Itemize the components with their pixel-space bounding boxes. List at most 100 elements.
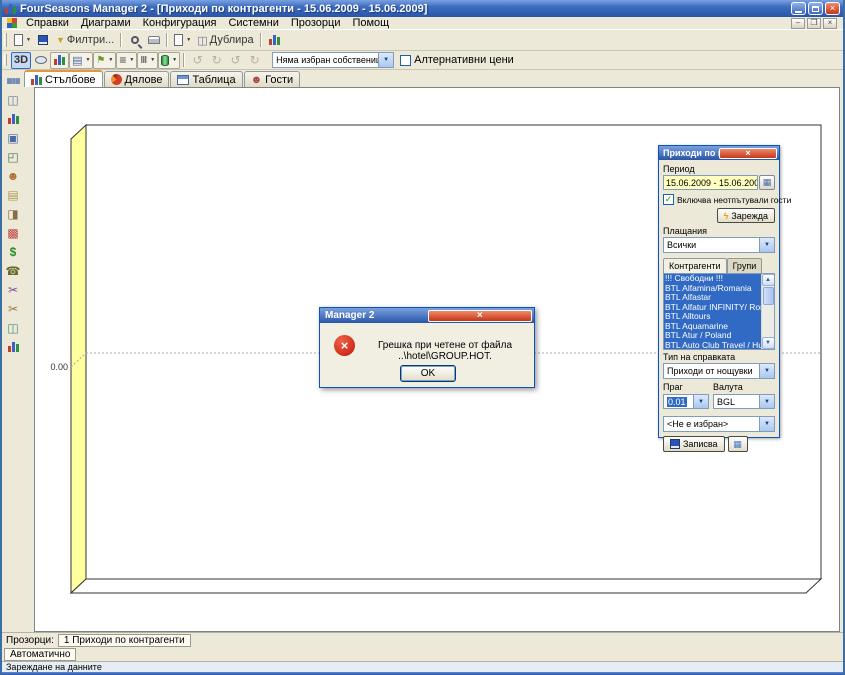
close-button[interactable]: × bbox=[825, 2, 840, 15]
list-item[interactable]: BTL Alfastar bbox=[664, 293, 761, 303]
grid-options-button[interactable]: ▦ bbox=[728, 436, 748, 452]
copy-button[interactable]: ▼ bbox=[171, 32, 194, 49]
chevron-down-icon[interactable]: ▼ bbox=[186, 37, 191, 43]
menu-diagrams[interactable]: Диаграми bbox=[75, 17, 137, 29]
chevron-down-icon[interactable]: ▼ bbox=[693, 395, 708, 408]
filters-button[interactable]: ▼Филтри... bbox=[53, 32, 117, 49]
phone-icon[interactable]: ☎ bbox=[4, 263, 22, 279]
list-item[interactable]: !!! Свободни !!! bbox=[664, 274, 761, 284]
rotate-ccw-button[interactable]: ↺ bbox=[188, 52, 207, 69]
legend-button[interactable]: ▤▼ bbox=[69, 52, 93, 69]
include-guests-option[interactable]: ✓ Включва неотпътували гости bbox=[663, 194, 775, 205]
list-item[interactable]: BTL Atur / Poland bbox=[664, 331, 761, 341]
alt-prices-option[interactable]: Алтернативни цени bbox=[400, 54, 514, 66]
payments-combobox[interactable]: Всички ▼ bbox=[663, 237, 775, 253]
cut-check-icon[interactable]: ✂ bbox=[4, 282, 22, 298]
tab-contractors[interactable]: Контрагенти bbox=[663, 258, 727, 273]
rooms-grid-icon[interactable]: ▩ bbox=[4, 225, 22, 241]
print-button[interactable] bbox=[144, 32, 163, 49]
rotate-axis-right-button[interactable]: ↻ bbox=[245, 52, 264, 69]
load-button[interactable]: ϟ Зарежда bbox=[717, 208, 775, 223]
tab-guests[interactable]: ☻ Гости bbox=[244, 71, 301, 87]
toolbar-grip[interactable] bbox=[4, 54, 7, 67]
period-field[interactable]: 15.06.2009 - 15.06.2009 bbox=[663, 175, 758, 190]
window-icon[interactable]: ▣ bbox=[4, 130, 22, 146]
restore-button[interactable] bbox=[808, 2, 823, 15]
list-scrollbar[interactable]: ▲ ▼ bbox=[761, 274, 774, 349]
horizontal-grid-button[interactable]: ≡▼ bbox=[116, 52, 137, 69]
threshold-combobox[interactable]: 0.01 ▼ bbox=[663, 394, 709, 409]
tab-groups[interactable]: Групи bbox=[727, 258, 763, 273]
chevron-down-icon[interactable]: ▼ bbox=[129, 57, 134, 63]
chevron-down-icon[interactable]: ▼ bbox=[378, 53, 393, 67]
minimize-button[interactable] bbox=[791, 2, 806, 15]
menu-system[interactable]: Системни bbox=[222, 17, 284, 29]
report-type-combobox[interactable]: Приходи от нощувки ▼ bbox=[663, 363, 775, 379]
template-combobox[interactable]: <Не е избран> ▼ bbox=[663, 416, 775, 432]
finance-icon[interactable]: $ bbox=[4, 244, 22, 260]
list-item[interactable]: BTL Alfamina/Romania bbox=[664, 284, 761, 294]
card-file-icon[interactable]: ◫ bbox=[4, 320, 22, 336]
chevron-down-icon[interactable]: ▼ bbox=[172, 57, 177, 63]
chevron-down-icon[interactable]: ▼ bbox=[85, 57, 90, 63]
menu-configuration[interactable]: Конфигурация bbox=[137, 17, 223, 29]
menu-windows[interactable]: Прозорци bbox=[285, 17, 347, 29]
ok-button[interactable]: OK bbox=[400, 365, 456, 382]
chevron-down-icon[interactable]: ▼ bbox=[150, 57, 155, 63]
chart-report-icon[interactable] bbox=[4, 111, 22, 127]
alt-prices-checkbox[interactable] bbox=[400, 55, 411, 66]
ledger-icon[interactable]: ◨ bbox=[4, 206, 22, 222]
perspective-button[interactable] bbox=[31, 52, 50, 69]
duplicate-button[interactable]: ◫Дублира bbox=[194, 32, 256, 49]
chevron-down-icon[interactable]: ▼ bbox=[759, 395, 774, 408]
labels-button[interactable]: ⚑▼ bbox=[93, 52, 116, 69]
scroll-down-icon[interactable]: ▼ bbox=[762, 337, 775, 349]
cut-coin-icon[interactable]: ✂ bbox=[4, 301, 22, 317]
panel-close-icon[interactable]: × bbox=[719, 148, 777, 159]
chevron-down-icon[interactable]: ▼ bbox=[108, 57, 113, 63]
person-stats-icon[interactable] bbox=[4, 339, 22, 355]
dialog-close-icon[interactable]: × bbox=[428, 310, 533, 322]
save-report-button[interactable]: Записва bbox=[663, 436, 725, 452]
calendar-grid-icon[interactable]: ▦▦ bbox=[4, 73, 22, 89]
bar-style-button[interactable]: ▼ bbox=[158, 52, 180, 69]
print-preview-button[interactable] bbox=[125, 32, 144, 49]
chevron-down-icon[interactable]: ▼ bbox=[759, 238, 774, 252]
list-item[interactable]: BTL Alfatur INFINITY/ Romani bbox=[664, 303, 761, 313]
save-button[interactable] bbox=[34, 32, 53, 49]
rotate-cw-button[interactable]: ↻ bbox=[207, 52, 226, 69]
mdi-restore-button[interactable]: ❐ bbox=[807, 18, 821, 29]
scrollbar-thumb[interactable] bbox=[763, 287, 774, 305]
guests-icon[interactable]: ☻ bbox=[4, 168, 22, 184]
vertical-grid-button[interactable]: Ⅲ▼ bbox=[137, 52, 158, 69]
chevron-down-icon[interactable]: ▼ bbox=[759, 417, 774, 431]
tab-table[interactable]: Таблица bbox=[170, 71, 242, 87]
chevron-down-icon[interactable]: ▼ bbox=[759, 364, 774, 378]
rotate-axis-left-button[interactable]: ↺ bbox=[226, 52, 245, 69]
new-report-button[interactable]: ▼ bbox=[11, 32, 34, 49]
currency-combobox[interactable]: BGL ▼ bbox=[713, 394, 775, 409]
menu-reports[interactable]: Справки bbox=[20, 17, 75, 29]
automatic-button[interactable]: Автоматично bbox=[4, 648, 76, 661]
tab-bars[interactable]: Стълбове bbox=[24, 70, 103, 87]
mdi-close-button[interactable]: × bbox=[823, 18, 837, 29]
3d-toggle-button[interactable]: 3D bbox=[11, 52, 31, 69]
contractors-listbox[interactable]: !!! Свободни !!! BTL Alfamina/Romania BT… bbox=[663, 273, 775, 350]
include-guests-checkbox[interactable]: ✓ bbox=[663, 194, 674, 205]
chart-button[interactable] bbox=[265, 32, 284, 49]
calendar-button[interactable]: ▦ bbox=[759, 175, 775, 190]
values-button[interactable] bbox=[50, 52, 69, 69]
owners-combobox[interactable]: Няма избран собственици ▼ bbox=[272, 52, 394, 68]
toolbar-grip[interactable] bbox=[4, 33, 7, 47]
list-item[interactable]: BTL Aquamarine bbox=[664, 322, 761, 332]
mdi-minimize-button[interactable]: – bbox=[791, 18, 805, 29]
list-item[interactable]: BTL Alltours bbox=[664, 312, 761, 322]
copy-sheets-icon[interactable]: ◫ bbox=[4, 92, 22, 108]
list-item[interactable]: BTL Auto Club Travel / Hunga bbox=[664, 341, 761, 350]
folders-icon[interactable]: ▤ bbox=[4, 187, 22, 203]
menu-help[interactable]: Помощ bbox=[346, 17, 395, 29]
scroll-up-icon[interactable]: ▲ bbox=[762, 274, 775, 286]
chevron-down-icon[interactable]: ▼ bbox=[26, 37, 31, 43]
window-list-button[interactable]: 1 Приходи по контрагенти bbox=[58, 634, 191, 647]
report-window-icon[interactable]: ◰ bbox=[4, 149, 22, 165]
